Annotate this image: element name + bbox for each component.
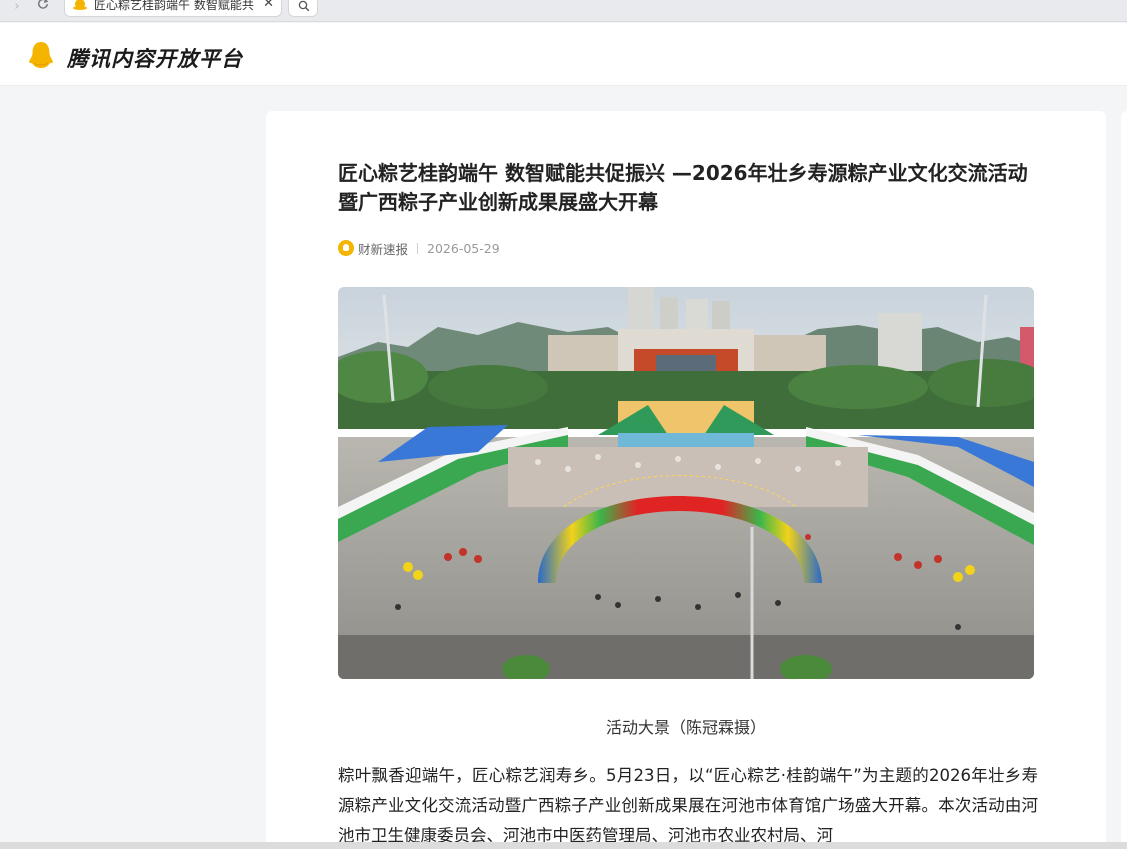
article-date: 2026-05-29 — [427, 240, 500, 256]
event-photo-illustration — [338, 287, 1034, 679]
article-photo — [338, 287, 1034, 679]
sidebar-panel-edge — [1121, 111, 1127, 849]
image-caption: 活动大景（陈冠霖摄） — [605, 718, 766, 737]
browser-tab[interactable]: 匠心粽艺桂韵端午 数智赋能共 ✕ — [64, 0, 282, 17]
site-name[interactable]: 腾讯内容开放平台 — [67, 43, 243, 73]
article-body: 粽叶飘香迎端午，匠心粽艺润寿乡。5月23日，以“匠心粽艺·桂韵端午”为主题的20… — [338, 766, 1038, 845]
reload-icon — [38, 0, 49, 9]
browser-toolbar: › 匠心粽艺桂韵端午 数智赋能共 ✕ — [0, 0, 1127, 22]
tab-search-button[interactable] — [288, 0, 318, 17]
article-title: 匠心粽艺桂韵端午 数智赋能共促振兴 —2026年壮乡寿源粽产业文化交流活动暨广西… — [338, 161, 1028, 214]
article-source[interactable]: 财新速报 — [358, 239, 408, 258]
penguin-logo-icon[interactable] — [28, 41, 54, 69]
reload-button[interactable] — [33, 0, 53, 20]
close-icon[interactable]: ✕ — [263, 0, 274, 11]
meta-divider — [417, 242, 419, 254]
article-meta: 财新速报 2026-05-29 — [338, 239, 500, 257]
article-card: 匠心粽艺桂韵端午 数智赋能共促振兴 —2026年壮乡寿源粽产业文化交流活动暨广西… — [266, 111, 1106, 849]
search-icon — [298, 0, 310, 12]
penguin-favicon-icon — [73, 0, 87, 10]
back-button[interactable]: › — [7, 0, 27, 20]
tab-title: 匠心粽艺桂韵端午 数智赋能共 — [94, 0, 254, 12]
horizontal-scrollbar[interactable] — [0, 842, 1127, 849]
source-avatar-icon[interactable] — [338, 240, 354, 256]
site-header: 腾讯内容开放平台 — [0, 23, 1127, 86]
